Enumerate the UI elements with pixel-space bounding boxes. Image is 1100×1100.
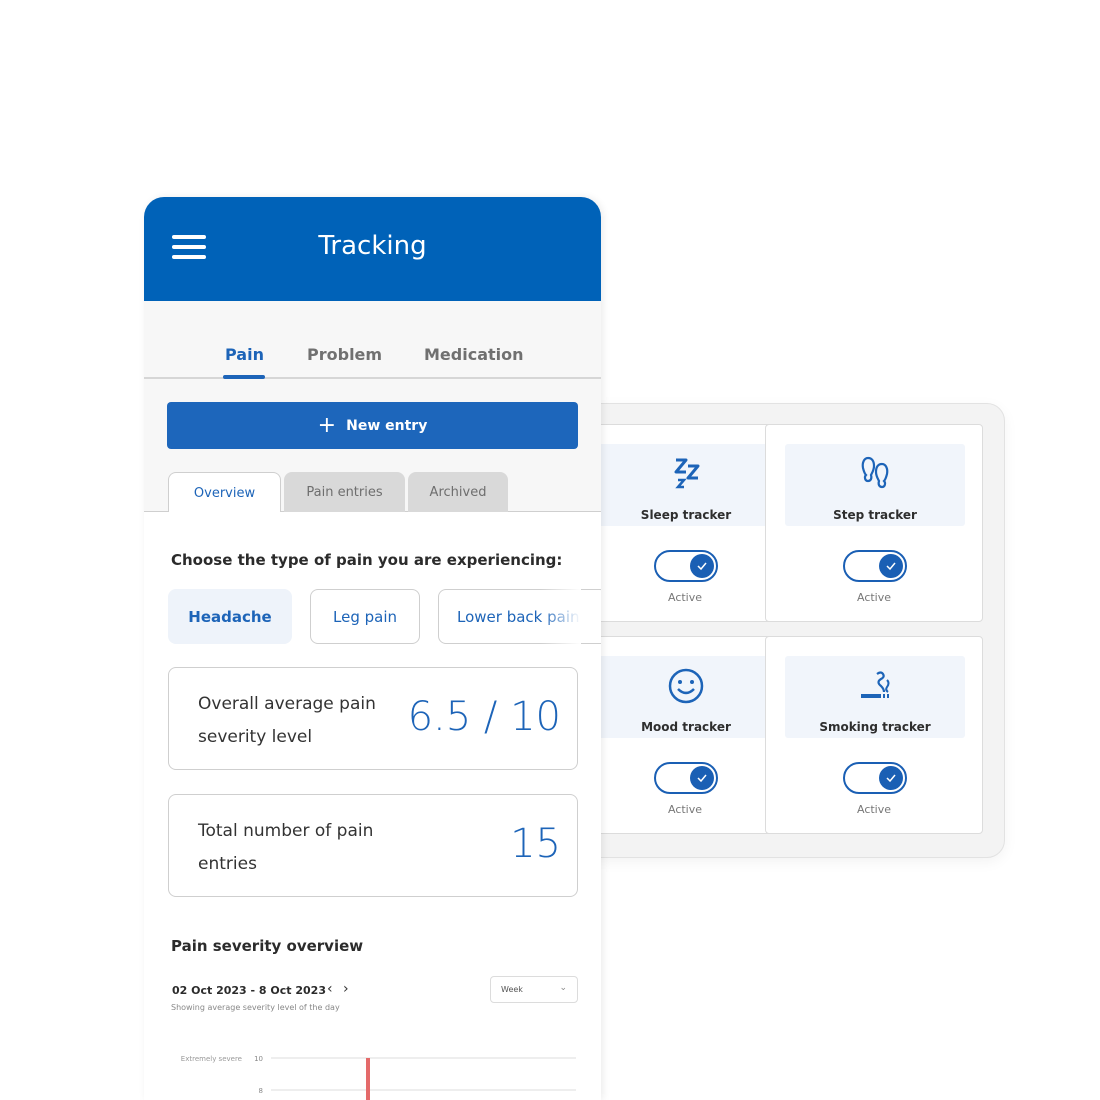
tracker-icon-box: Smoking tracker <box>785 656 965 738</box>
plus-icon: + <box>317 412 337 438</box>
tracker-card-mood[interactable]: Mood tracker Active <box>576 636 794 834</box>
stat-label: Total number of pain entries <box>198 821 374 874</box>
new-entry-button[interactable]: + New entry <box>167 402 578 449</box>
tracker-status: Active <box>667 591 703 604</box>
tracker-icon-box: Step tracker <box>785 444 965 526</box>
subtab-overview[interactable]: Overview <box>168 472 281 513</box>
chip-headache[interactable]: Headache <box>168 589 292 644</box>
tab-pain[interactable]: Pain <box>225 345 264 364</box>
check-icon <box>879 766 903 790</box>
y-tick-label: 8 <box>259 1087 263 1095</box>
tracker-toggle[interactable] <box>654 550 718 582</box>
overview-content: Choose the type of pain you are experien… <box>144 512 601 1100</box>
tab-medication[interactable]: Medication <box>424 345 524 364</box>
tracker-status: Active <box>667 803 703 816</box>
footsteps-icon <box>861 456 889 489</box>
y-tick-label: 10 <box>254 1055 263 1063</box>
smiley-icon <box>668 668 704 704</box>
app-header: Tracking <box>144 197 601 301</box>
tracker-panel: Sleep tracker Active Step tracker Active <box>560 403 1005 858</box>
tracker-icon-box: Sleep tracker <box>596 444 776 526</box>
tracker-label: Sleep tracker <box>640 508 732 522</box>
chip-leg-pain[interactable]: Leg pain <box>310 589 420 644</box>
page-title: Tracking <box>318 231 427 261</box>
top-tabs: Pain Problem Medication <box>144 301 601 379</box>
tracker-card-sleep[interactable]: Sleep tracker Active <box>576 424 794 622</box>
severity-bar[interactable] <box>366 1058 370 1100</box>
scroll-fade <box>541 589 581 644</box>
tab-problem[interactable]: Problem <box>307 345 382 364</box>
smoking-icon <box>861 671 890 698</box>
tracker-icon-box: Mood tracker <box>596 656 776 738</box>
tracker-card-step[interactable]: Step tracker Active <box>765 424 983 622</box>
date-range: 02 Oct 2023 - 8 Oct 2023 <box>172 984 326 997</box>
check-icon <box>690 554 714 578</box>
section-title: Pain severity overview <box>171 937 364 955</box>
chevron-right-icon[interactable]: › <box>343 981 349 997</box>
stat-card-average: Overall average pain severity level 6.5 … <box>168 667 578 770</box>
period-value: Week <box>501 985 523 994</box>
date-subtitle: Showing average severity level of the da… <box>171 1003 340 1012</box>
sub-tabs: Overview Pain entries Archived <box>144 472 601 513</box>
period-select[interactable]: Week ⌄ <box>490 976 578 1003</box>
stat-label: Overall average pain severity level <box>198 694 376 747</box>
tracker-toggle[interactable] <box>843 762 907 794</box>
tracker-label: Mood tracker <box>641 720 731 734</box>
check-icon <box>879 554 903 578</box>
tracker-status: Active <box>856 803 892 816</box>
tracker-toggle[interactable] <box>654 762 718 794</box>
subtab-archived[interactable]: Archived <box>408 472 508 512</box>
tracker-card-smoking[interactable]: Smoking tracker Active <box>765 636 983 834</box>
tracker-label: Smoking tracker <box>819 720 931 734</box>
check-icon <box>690 766 714 790</box>
pain-type-prompt: Choose the type of pain you are experien… <box>171 551 563 569</box>
active-tab-indicator <box>223 375 265 379</box>
tracker-toggle[interactable] <box>843 550 907 582</box>
tracker-status: Active <box>856 591 892 604</box>
y-severity-label: Extremely severe <box>181 1055 242 1063</box>
subtab-pain-entries[interactable]: Pain entries <box>284 472 405 512</box>
chevron-left-icon[interactable]: ‹ <box>327 981 333 997</box>
severity-chart: 10 Extremely severe 8 <box>181 1055 576 1100</box>
new-entry-label: New entry <box>346 417 428 434</box>
stat-value: 15 <box>510 821 561 867</box>
chevron-down-icon: ⌄ <box>559 983 567 993</box>
tracker-label: Step tracker <box>833 508 917 522</box>
phone-screen: Tracking Pain Problem Medication + New e… <box>144 197 601 1100</box>
sleep-icon <box>674 458 700 489</box>
stat-value: 6.5 / 10 <box>407 694 561 740</box>
stat-card-total: Total number of pain entries 15 <box>168 794 578 897</box>
